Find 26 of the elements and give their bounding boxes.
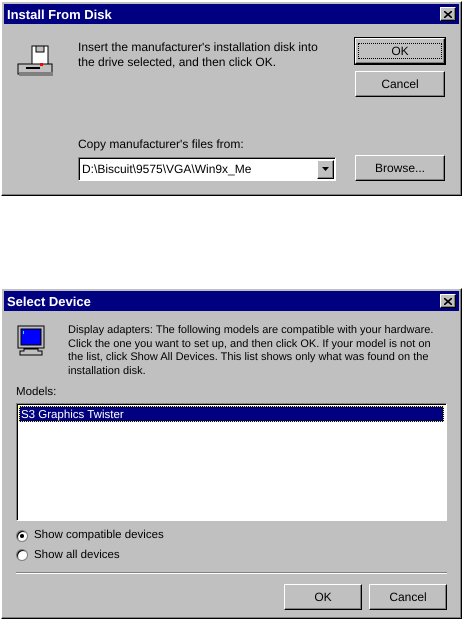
close-icon [444, 10, 452, 18]
window-title: Select Device [7, 294, 91, 308]
path-combobox[interactable]: D:\Biscuit\9575\VGA\Win9x_Me [78, 157, 336, 181]
list-item[interactable]: S3 Graphics Twister [19, 406, 444, 422]
monitor-icon [16, 325, 46, 357]
close-button[interactable] [440, 7, 456, 21]
option-label[interactable]: Show compatible devices [34, 527, 164, 544]
window-title: Install From Disk [7, 8, 112, 20]
disk-drive-icon [16, 44, 54, 78]
dialog-button[interactable]: Cancel [369, 584, 447, 610]
field-label: Copy manufacturer's files from: [78, 136, 245, 153]
dialog-button[interactable]: Cancel [355, 71, 445, 97]
dialog-button[interactable]: OK [284, 584, 362, 610]
list-label: Models: [16, 385, 58, 400]
dialog-button[interactable]: Browse... [355, 155, 445, 181]
caret-icon [322, 167, 329, 171]
option-label[interactable]: Show all devices [34, 546, 120, 564]
close-button[interactable] [440, 294, 456, 308]
dialog-button[interactable]: OK [355, 38, 445, 64]
instruction-text: Insert the manufacturer's installation disk into the drive selected, and then click OK. [78, 39, 319, 71]
description-text: Display adapters: The following models are compatible with your hardware. Click the one you want to set up, and then click OK. If your model is not on the list, click Show All Devices. This list shows only what was found on the installation disk. [68, 324, 434, 378]
dropdown-button[interactable] [317, 160, 334, 178]
radio-button[interactable] [16, 549, 28, 562]
radio-button[interactable] [16, 530, 28, 542]
close-icon [444, 298, 452, 304]
models-listbox[interactable]: S3 Graphics Twister [16, 403, 447, 522]
